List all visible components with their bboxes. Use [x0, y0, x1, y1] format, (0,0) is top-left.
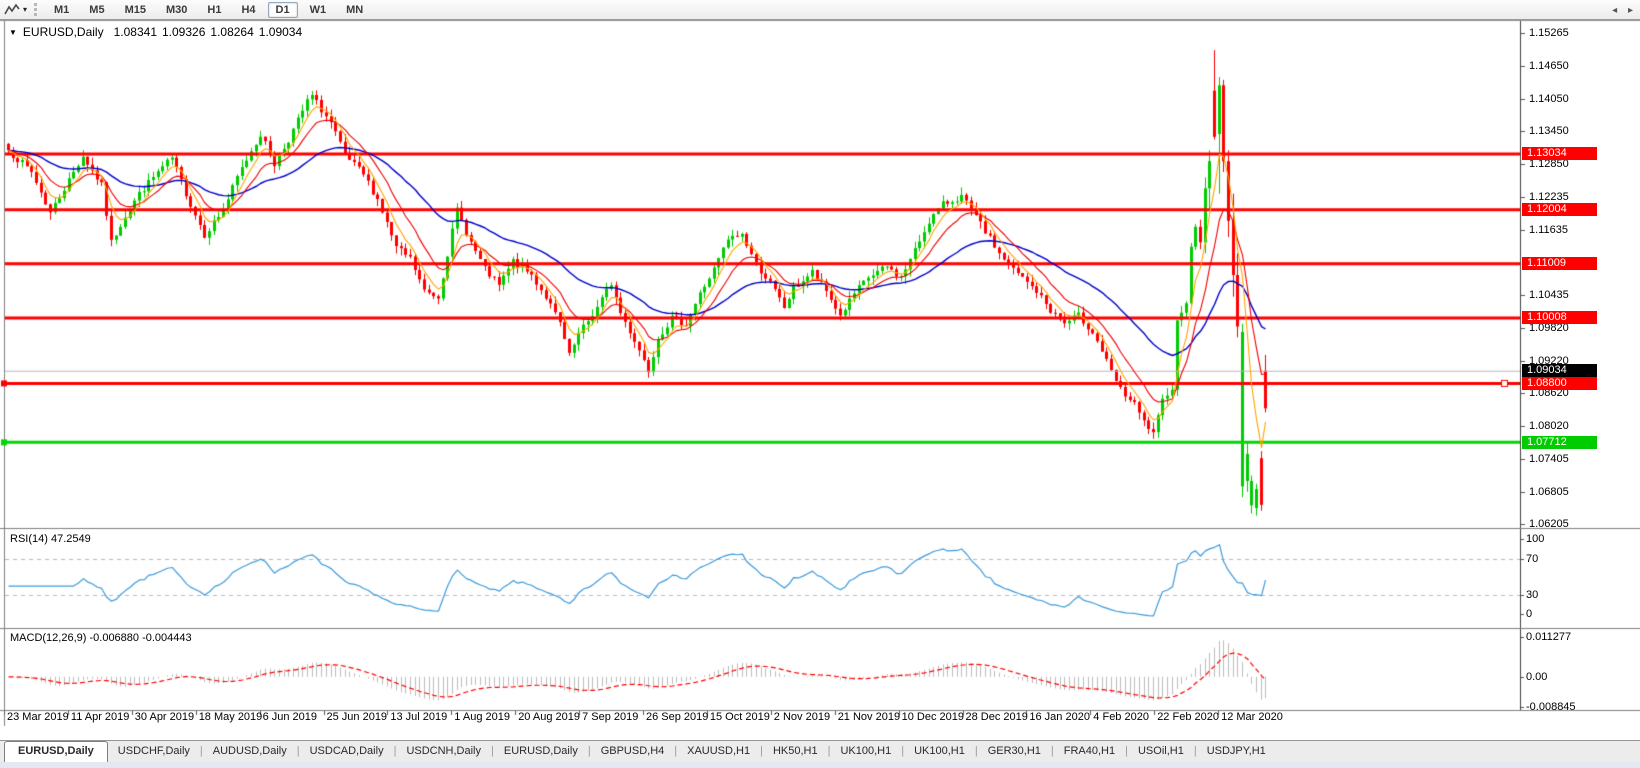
date-axis-label: 18 May 2019: [199, 711, 263, 723]
macd-axis-label: -0.008845: [1526, 701, 1576, 713]
main-chart-pane[interactable]: [5, 21, 1520, 527]
date-axis-label: 20 Aug 2019: [518, 711, 580, 723]
timeframe-button-h1[interactable]: H1: [199, 2, 229, 18]
price-axis-tick: 1.14650: [1529, 60, 1569, 72]
date-axis-label: 12 Mar 2020: [1221, 711, 1283, 723]
level-price-label: 1.10008: [1522, 311, 1597, 324]
rsi-axis-label: 30: [1526, 589, 1538, 601]
macd-signal-value: -0.004443: [142, 632, 192, 644]
rsi-indicator-label: RSI(14) 47.2549: [10, 533, 91, 545]
tab-fra40-h1[interactable]: FRA40,H1: [1054, 741, 1125, 763]
date-axis-label: 23 Mar 2019: [7, 711, 69, 723]
date-axis-label: 6 Jun 2019: [263, 711, 317, 723]
chart-menu-caret-icon[interactable]: ▼: [9, 28, 17, 37]
tab-usdjpy-h1[interactable]: USDJPY,H1: [1197, 741, 1276, 763]
macd-indicator-label: MACD(12,26,9) -0.006880 -0.004443: [10, 632, 192, 644]
date-axis-label: 10 Dec 2019: [902, 711, 964, 723]
timeframe-button-w1[interactable]: W1: [302, 2, 335, 18]
date-axis-label: 15 Oct 2019: [710, 711, 770, 723]
tab-usoil-h1[interactable]: USOil,H1: [1128, 741, 1194, 763]
tab-scroll-arrows: ◂ ▸: [1604, 5, 1633, 16]
timeframe-button-m5[interactable]: M5: [81, 2, 112, 18]
tab-xauusd-h1[interactable]: XAUUSD,H1: [677, 741, 760, 763]
tab-usdcnh-daily[interactable]: USDCNH,Daily: [396, 741, 491, 763]
date-axis-label: 26 Sep 2019: [646, 711, 708, 723]
tab-usdchf-daily[interactable]: USDCHF,Daily: [108, 741, 200, 763]
price-axis-tick: 1.08020: [1529, 420, 1569, 432]
timeframe-button-m15[interactable]: M15: [117, 2, 154, 18]
timeframe-button-h4[interactable]: H4: [233, 2, 263, 18]
date-axis-label: 11 Apr 2019: [71, 711, 130, 723]
date-axis-label: 28 Dec 2019: [966, 711, 1028, 723]
chart-title-symbol: EURUSD,Daily: [23, 25, 104, 39]
macd-name: MACD(12,26,9): [10, 632, 86, 644]
price-axis-tick: 1.07405: [1529, 453, 1569, 465]
price-axis-tick: 1.06805: [1529, 486, 1569, 498]
level-price-label: 1.12004: [1522, 203, 1597, 216]
level-price-label: 1.11009: [1522, 257, 1597, 270]
status-bar: [0, 762, 1640, 768]
rsi-axis-label: 0: [1526, 608, 1532, 620]
tab-scroll-right-icon[interactable]: ▸: [1628, 5, 1633, 16]
date-axis-label: 7 Sep 2019: [582, 711, 638, 723]
price-axis-tick: 1.11635: [1529, 224, 1568, 236]
date-axis-label: 30 Apr 2019: [135, 711, 194, 723]
chart-title: ▼ EURUSD,Daily 1.08341 1.09326 1.08264 1…: [9, 25, 307, 39]
polyline-chart-icon[interactable]: [4, 3, 20, 17]
date-axis-label: 21 Nov 2019: [838, 711, 900, 723]
chart-title-close: 1.09034: [259, 25, 302, 39]
macd-axis-label: 0.011277: [1526, 631, 1571, 643]
macd-axis-label: 0.00: [1526, 671, 1547, 683]
tab-gbpusd-h4[interactable]: GBPUSD,H4: [591, 741, 675, 763]
date-axis-label: 16 Jan 2020: [1029, 711, 1090, 723]
rsi-value: 47.2549: [51, 533, 91, 545]
timeframe-buttons: M1M5 M15M30H1H4 D1W1MN: [44, 2, 373, 18]
tab-audusd-daily[interactable]: AUDUSD,Daily: [203, 741, 297, 763]
level-price-label: 1.07712: [1522, 436, 1597, 449]
chart-title-high: 1.09326: [162, 25, 205, 39]
date-axis-label: 25 Jun 2019: [327, 711, 388, 723]
tab-scroll-left-icon[interactable]: ◂: [1612, 5, 1617, 16]
tab-uk100-h1[interactable]: UK100,H1: [830, 741, 901, 763]
date-axis-label: 4 Feb 2020: [1093, 711, 1149, 723]
timeframe-button-d1[interactable]: D1: [268, 2, 298, 18]
rsi-pane[interactable]: [5, 530, 1520, 626]
price-axis-tick: 1.10435: [1529, 289, 1569, 301]
level-price-label: 1.13034: [1522, 147, 1597, 160]
macd-main-value: -0.006880: [89, 632, 139, 644]
tab-uk100-h1[interactable]: UK100,H1: [904, 741, 975, 763]
toolbar-grip-handle[interactable]: [34, 3, 37, 16]
chart-title-low: 1.08264: [210, 25, 253, 39]
price-axis-tick: 1.12235: [1529, 191, 1569, 203]
tab-eurusd-daily[interactable]: EURUSD,Daily: [4, 741, 108, 763]
timeframe-toolbar: ▾ M1M5 M15M30H1H4 D1W1MN: [0, 0, 1640, 20]
rsi-axis-label: 100: [1526, 533, 1544, 545]
tab-eurusd-daily[interactable]: EURUSD,Daily: [494, 741, 588, 763]
date-axis-label: 13 Jul 2019: [390, 711, 447, 723]
chevron-down-icon[interactable]: ▾: [23, 5, 27, 14]
tab-usdcad-daily[interactable]: USDCAD,Daily: [300, 741, 394, 763]
price-axis-tick: 1.14050: [1529, 93, 1569, 105]
timeframe-button-mn[interactable]: MN: [338, 2, 371, 18]
date-axis-label: 22 Feb 2020: [1157, 711, 1219, 723]
timeframe-button-m30[interactable]: M30: [158, 2, 195, 18]
price-axis-tick: 1.15265: [1529, 27, 1569, 39]
chart-tabs: EURUSD,DailyUSDCHF,Daily|AUDUSD,Daily|US…: [0, 741, 1276, 763]
current-price-label: 1.09034: [1522, 364, 1597, 377]
level-price-label: 1.08800: [1522, 377, 1597, 390]
date-axis-label: 2 Nov 2019: [774, 711, 830, 723]
price-axis-tick: 1.06205: [1529, 518, 1569, 530]
rsi-axis-label: 70: [1526, 553, 1538, 565]
macd-pane[interactable]: [5, 629, 1520, 709]
timeframe-button-m1[interactable]: M1: [46, 2, 77, 18]
price-axis-tick: 1.13450: [1529, 125, 1569, 137]
tab-hk50-h1[interactable]: HK50,H1: [763, 741, 828, 763]
tab-ger30-h1[interactable]: GER30,H1: [978, 741, 1051, 763]
chart-tab-bar: EURUSD,DailyUSDCHF,Daily|AUDUSD,Daily|US…: [0, 740, 1640, 763]
chart-title-open: 1.08341: [114, 25, 157, 39]
rsi-name: RSI(14): [10, 533, 48, 545]
date-axis-label: 1 Aug 2019: [454, 711, 510, 723]
